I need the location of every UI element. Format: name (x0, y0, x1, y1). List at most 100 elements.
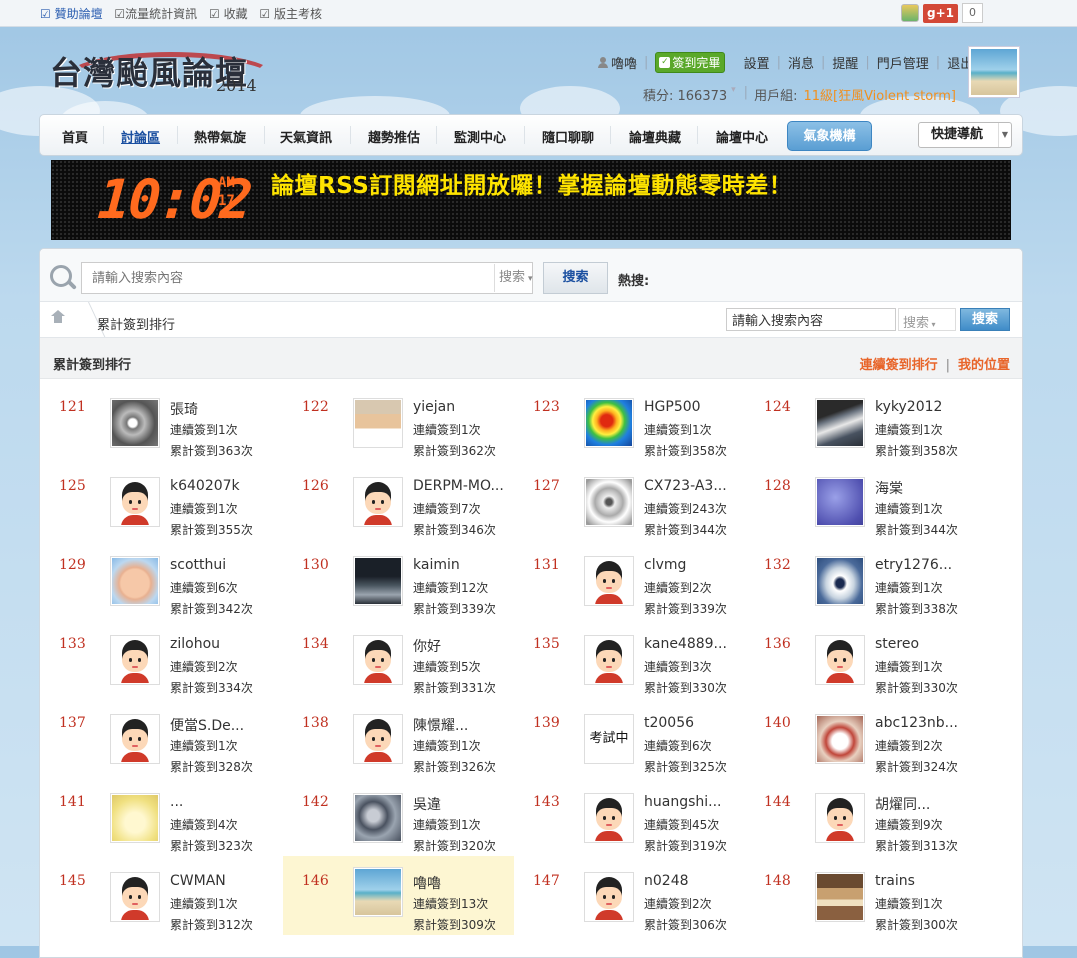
nav-monitor[interactable]: 監測中心 (454, 127, 506, 146)
user-name-link[interactable]: 你好 (413, 636, 441, 656)
led-banner[interactable]: 10:02 AM 17 論壇RSS訂閱網址開放囉！掌握論壇動態零時差！ (51, 160, 1011, 240)
user-name-link[interactable]: 海棠 (875, 478, 903, 498)
user-name-link[interactable]: kaimin (413, 557, 460, 573)
home-icon[interactable] (51, 310, 65, 325)
user-name-link[interactable]: kyky2012 (875, 399, 942, 415)
user-name-link[interactable]: abc123nb... (875, 715, 958, 731)
board-search-button[interactable]: 搜索 (960, 308, 1010, 331)
messages-link[interactable]: 消息 (788, 53, 814, 72)
user-name-link[interactable]: DERPM-MO... (413, 478, 504, 494)
total-count: 累計簽到339次 (413, 602, 496, 616)
nav-weather-agency[interactable]: 氣象機構 (787, 121, 872, 151)
nav-home[interactable]: 首頁 (62, 127, 88, 146)
settings-link[interactable]: 設置 (744, 53, 770, 72)
site-logo[interactable]: 台灣颱風論壇 2014 (46, 42, 276, 98)
user-avatar-storm-white[interactable] (584, 477, 634, 527)
user-avatar-cloud-swirl[interactable] (353, 793, 403, 843)
user-avatar-train[interactable] (815, 872, 865, 922)
notifications-link[interactable]: 提醒 (832, 53, 858, 72)
user-avatar-default[interactable] (815, 793, 865, 843)
rank-number: 145 (59, 873, 86, 889)
nav-chat[interactable]: 隨口聊聊 (542, 127, 594, 146)
user-name-link[interactable]: ... (170, 794, 183, 810)
search-type-select[interactable]: 搜索 (494, 264, 546, 292)
user-name-link[interactable]: t20056 (644, 715, 694, 731)
user-avatar-default[interactable] (353, 477, 403, 527)
user-avatar-default[interactable] (110, 635, 160, 685)
user-name-link[interactable]: CWMAN (170, 873, 226, 889)
user-name-link[interactable]: zilohou (170, 636, 220, 652)
user-avatar-default[interactable] (584, 635, 634, 685)
streak-count: 連續簽到45次 (644, 818, 720, 832)
user-avatar-default[interactable] (584, 556, 634, 606)
user-name-link[interactable]: 嚕嚕 (413, 873, 441, 893)
board-search-type[interactable]: 搜索 (898, 308, 956, 331)
user-avatar-cloud-dark[interactable] (353, 556, 403, 606)
user-name-link[interactable]: 便當S.De... (170, 715, 244, 735)
user-avatar-default[interactable] (584, 793, 634, 843)
share-icon[interactable] (901, 4, 919, 22)
board-search-input[interactable] (726, 308, 896, 331)
user-avatar-text[interactable]: 考試中 (584, 714, 634, 764)
user-avatar-waves[interactable] (815, 398, 865, 448)
user-avatar[interactable] (968, 46, 1020, 98)
streak-ranking-link[interactable]: 連續簽到排行 (860, 358, 938, 373)
quick-nav-dropdown[interactable]: 快捷導航 ▼ (918, 122, 1012, 148)
user-name-link[interactable]: stereo (875, 636, 919, 652)
user-avatar-yellow[interactable] (110, 793, 160, 843)
sponsor-link[interactable]: ☑ 贊助論壇 (40, 7, 103, 21)
user-name-link[interactable]: scotthui (170, 557, 226, 573)
user-name-link[interactable]: 陳憬耀... (413, 715, 468, 735)
user-name-link[interactable]: HGP500 (644, 399, 701, 415)
nav-weather-info[interactable]: 天氣資訊 (280, 127, 332, 146)
user-avatar-beach[interactable] (353, 867, 403, 917)
points-dropdown-icon[interactable]: ▾ (731, 85, 736, 104)
username-link[interactable]: 嚕嚕 (611, 53, 637, 72)
user-name-link[interactable]: CX723-A3... (644, 478, 727, 494)
user-name-link[interactable]: n0248 (644, 873, 689, 889)
user-name-link[interactable]: clvmg (644, 557, 686, 573)
moderator-review-link[interactable]: ☑ 版主考核 (259, 7, 322, 21)
user-name-link[interactable]: 張琦 (170, 399, 198, 419)
user-group-value[interactable]: 11級[狂風Violent storm] (803, 85, 956, 104)
ranking-item: 134 你好 連續簽到5次 累計簽到331次 (283, 616, 514, 695)
user-avatar-default[interactable] (110, 714, 160, 764)
nav-forum[interactable]: 討論區 (121, 127, 160, 146)
user-name-link[interactable]: 吳違 (413, 794, 441, 814)
user-name-link[interactable]: etry1276... (875, 557, 952, 573)
user-avatar-default[interactable] (584, 872, 634, 922)
user-avatar-storm-gray[interactable] (110, 398, 160, 448)
user-avatar-purple[interactable] (815, 477, 865, 527)
user-avatar-kid[interactable] (110, 556, 160, 606)
portal-admin-link[interactable]: 門戶管理 (877, 53, 929, 72)
user-avatar-default[interactable] (110, 477, 160, 527)
search-input[interactable] (81, 262, 533, 294)
user-name-link[interactable]: trains (875, 873, 915, 889)
traffic-stats-link[interactable]: ☑流量統計資訊 (114, 7, 197, 21)
nav-trend[interactable]: 趨勢推估 (368, 127, 420, 146)
nav-center[interactable]: 論壇中心 (716, 127, 768, 146)
favorite-link[interactable]: ☑ 收藏 (209, 7, 248, 21)
user-name-link[interactable]: kane4889... (644, 636, 727, 652)
user-avatar-default[interactable] (353, 714, 403, 764)
nav-archive[interactable]: 論壇典藏 (629, 127, 681, 146)
user-avatar-default[interactable] (353, 635, 403, 685)
user-avatar-baby[interactable] (353, 398, 403, 448)
user-name-link[interactable]: huangshi... (644, 794, 722, 810)
user-name-link[interactable]: 胡燿同... (875, 794, 930, 814)
user-name-link[interactable]: k640207k (170, 478, 240, 494)
total-count: 累計簽到358次 (875, 444, 958, 458)
user-avatar-eye[interactable] (815, 556, 865, 606)
nav-tropical-cyclone[interactable]: 熱帶氣旋 (194, 127, 246, 146)
search-button[interactable]: 搜索 (543, 262, 608, 294)
user-avatar-radar[interactable] (584, 398, 634, 448)
user-avatar-default[interactable] (815, 635, 865, 685)
my-position-link[interactable]: 我的位置 (958, 358, 1010, 373)
user-avatar-default[interactable] (110, 872, 160, 922)
gplus-button[interactable]: g+1 (923, 3, 958, 23)
user-avatar-dog[interactable] (815, 714, 865, 764)
user-name-link[interactable]: yiejan (413, 399, 455, 415)
points-text[interactable]: 積分: 166373 (643, 85, 727, 104)
checkin-badge[interactable]: ✓ 簽到完畢 (655, 52, 726, 73)
user-icon (598, 57, 608, 68)
